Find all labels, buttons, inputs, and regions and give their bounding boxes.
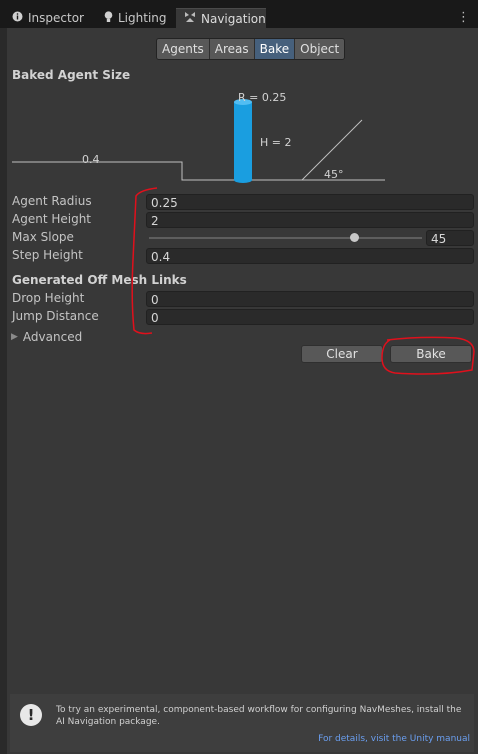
- unity-manual-link[interactable]: For details, visit the Unity manual: [318, 734, 470, 744]
- warning-icon: !: [20, 704, 42, 726]
- help-message: To try an experimental, component-based …: [56, 705, 462, 727]
- red-circle-annotation: [381, 336, 475, 375]
- red-bracket-annotation: [131, 187, 158, 335]
- red-annotation-overlay: [131, 187, 475, 375]
